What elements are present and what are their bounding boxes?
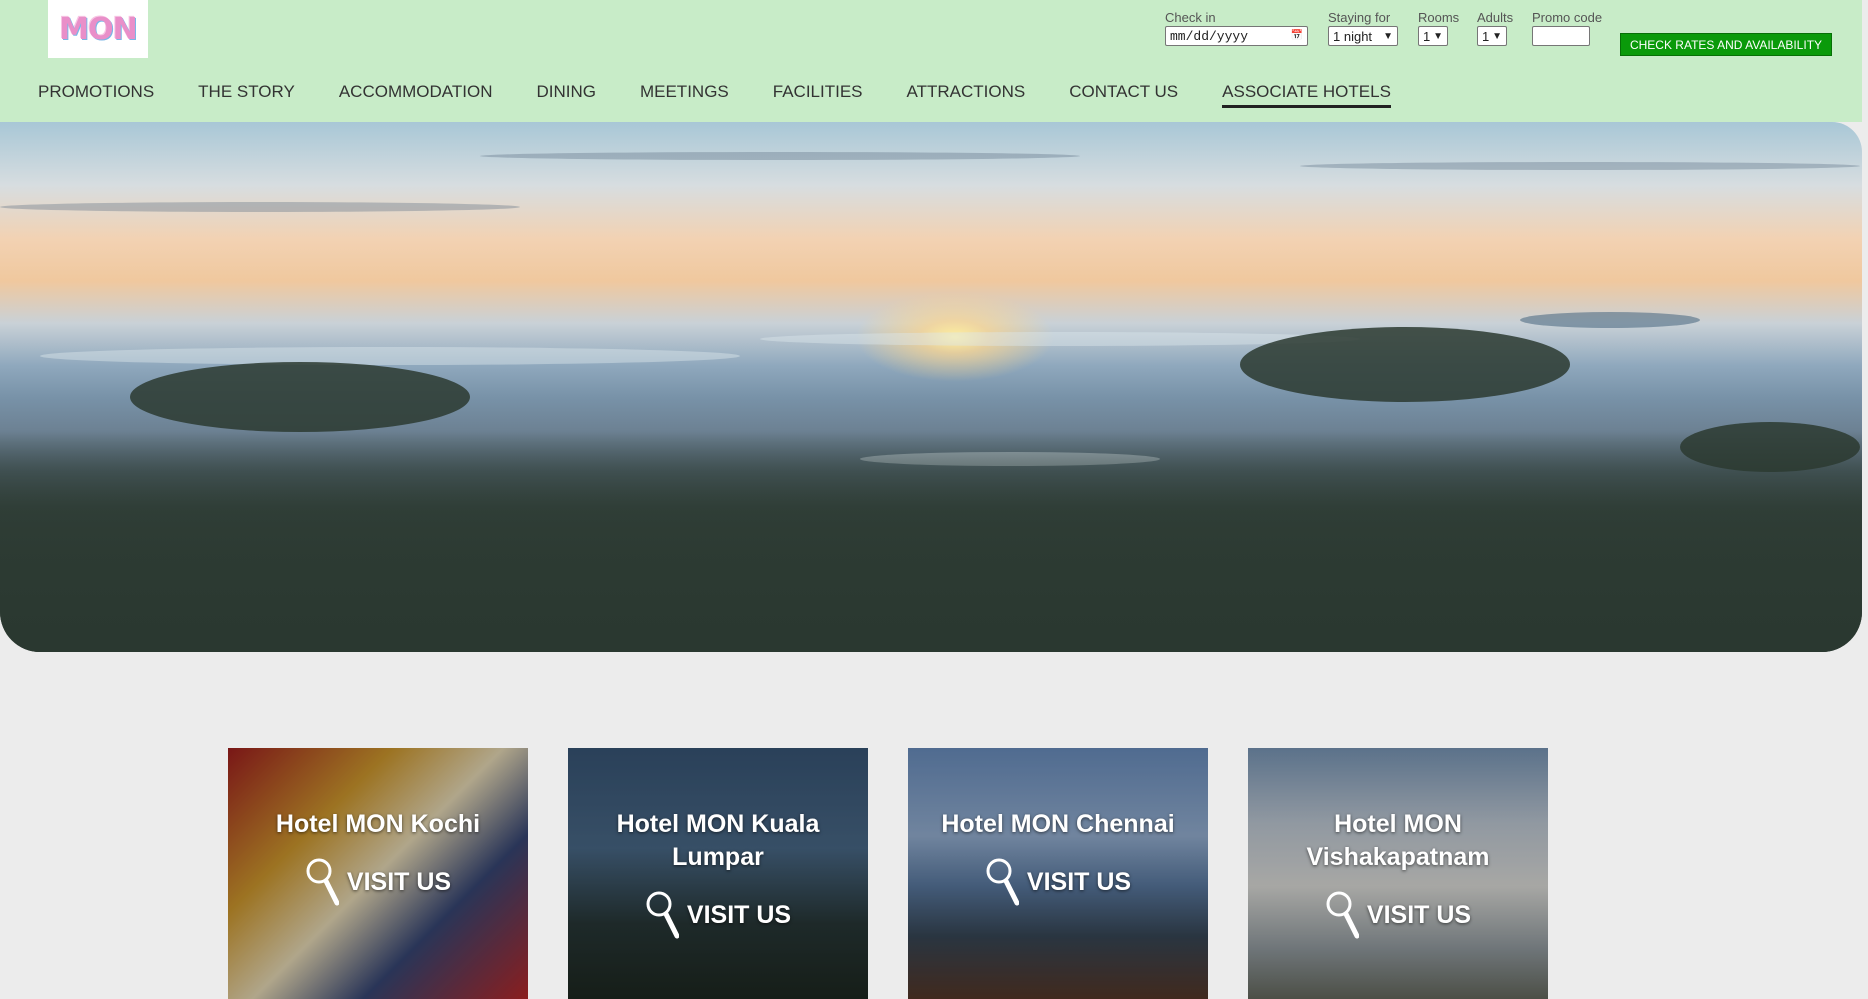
- rooms-label: Rooms: [1418, 10, 1460, 25]
- staying-group: Staying for 1 night ▼: [1328, 10, 1398, 46]
- visit-us-link[interactable]: VISIT US: [645, 890, 791, 940]
- nav-item-attractions[interactable]: ATTRACTIONS: [907, 82, 1026, 108]
- cloud-band: [1300, 162, 1860, 170]
- main-nav: PROMOTIONS THE STORY ACCOMMODATION DININ…: [38, 82, 1435, 108]
- visit-us-link[interactable]: VISIT US: [305, 857, 451, 907]
- checkin-date-input[interactable]: mm/dd/yyyy 📅: [1165, 26, 1308, 46]
- hotel-card-kuala-lumpar[interactable]: Hotel MON Kuala Lumpar VISIT US: [568, 748, 868, 999]
- nav-item-dining[interactable]: DINING: [536, 82, 596, 108]
- visit-us-link[interactable]: VISIT US: [985, 857, 1131, 907]
- adults-group: Adults 1 ▼: [1477, 10, 1513, 46]
- staying-select[interactable]: 1 night ▼: [1328, 26, 1398, 46]
- nav-item-associate-hotels[interactable]: ASSOCIATE HOTELS: [1222, 82, 1391, 108]
- hotel-card-title: Hotel MON Kuala Lumpar: [616, 810, 820, 871]
- hotel-card-title: Hotel MON Vishakapatnam: [1306, 810, 1490, 871]
- hotel-card-kochi[interactable]: Hotel MON Kochi VISIT US: [228, 748, 528, 999]
- tree-canopy: [130, 362, 470, 432]
- checkin-group: Check in mm/dd/yyyy 📅: [1165, 10, 1308, 46]
- rooms-group: Rooms 1 ▼: [1418, 10, 1459, 46]
- hotel-card-chennai[interactable]: Hotel MON Chennai VISIT US: [908, 748, 1208, 999]
- nav-item-accommodation[interactable]: ACCOMMODATION: [339, 82, 493, 108]
- hero-banner-image: [0, 122, 1862, 652]
- hotel-card-vishakapatnam[interactable]: Hotel MON Vishakapatnam VISIT US: [1248, 748, 1548, 999]
- staying-label: Staying for: [1328, 10, 1391, 25]
- hotel-card-title: Hotel MON Kochi: [275, 810, 481, 838]
- chevron-down-icon: ▼: [1433, 30, 1443, 42]
- promo-group: Promo code: [1532, 10, 1602, 46]
- calendar-icon[interactable]: 📅: [1291, 30, 1303, 42]
- magnifier-icon: [646, 891, 679, 939]
- cloud-band: [0, 202, 520, 212]
- logo-text: MON: [59, 11, 137, 47]
- brand-logo[interactable]: MON: [48, 0, 148, 58]
- chevron-down-icon: ▼: [1492, 30, 1502, 42]
- chevron-down-icon: ▼: [1383, 30, 1393, 42]
- nav-item-contact-us[interactable]: CONTACT US: [1069, 82, 1178, 108]
- associate-hotels-list: Hotel MON Kochi VISIT US Hotel MON Kuala…: [228, 748, 1588, 999]
- promo-label: Promo code: [1532, 10, 1603, 25]
- magnifier-icon: [986, 858, 1019, 906]
- magnifier-icon: [306, 858, 339, 906]
- nav-item-promotions[interactable]: PROMOTIONS: [38, 82, 154, 108]
- tree-canopy: [1680, 422, 1860, 472]
- checkin-label: Check in: [1165, 10, 1216, 25]
- forest-hills: [0, 432, 1862, 652]
- cloud-band: [480, 152, 1080, 160]
- adults-label: Adults: [1477, 10, 1514, 25]
- rooms-select[interactable]: 1 ▼: [1418, 26, 1448, 46]
- visit-us-link[interactable]: VISIT US: [1325, 890, 1471, 940]
- nav-item-the-story[interactable]: THE STORY: [198, 82, 295, 108]
- adults-select[interactable]: 1 ▼: [1477, 26, 1507, 46]
- promo-code-input[interactable]: [1532, 26, 1590, 46]
- tree-canopy: [1240, 327, 1570, 402]
- site-header: MON Check in mm/dd/yyyy 📅 Staying for 1 …: [0, 0, 1862, 122]
- magnifier-icon: [1326, 891, 1359, 939]
- fog-band: [40, 347, 740, 365]
- nav-item-meetings[interactable]: MEETINGS: [640, 82, 729, 108]
- hotel-card-title: Hotel MON Chennai: [941, 810, 1175, 838]
- nav-item-facilities[interactable]: FACILITIES: [773, 82, 863, 108]
- check-rates-button[interactable]: CHECK RATES AND AVAILABILITY: [1620, 33, 1832, 56]
- distant-island: [1520, 312, 1700, 328]
